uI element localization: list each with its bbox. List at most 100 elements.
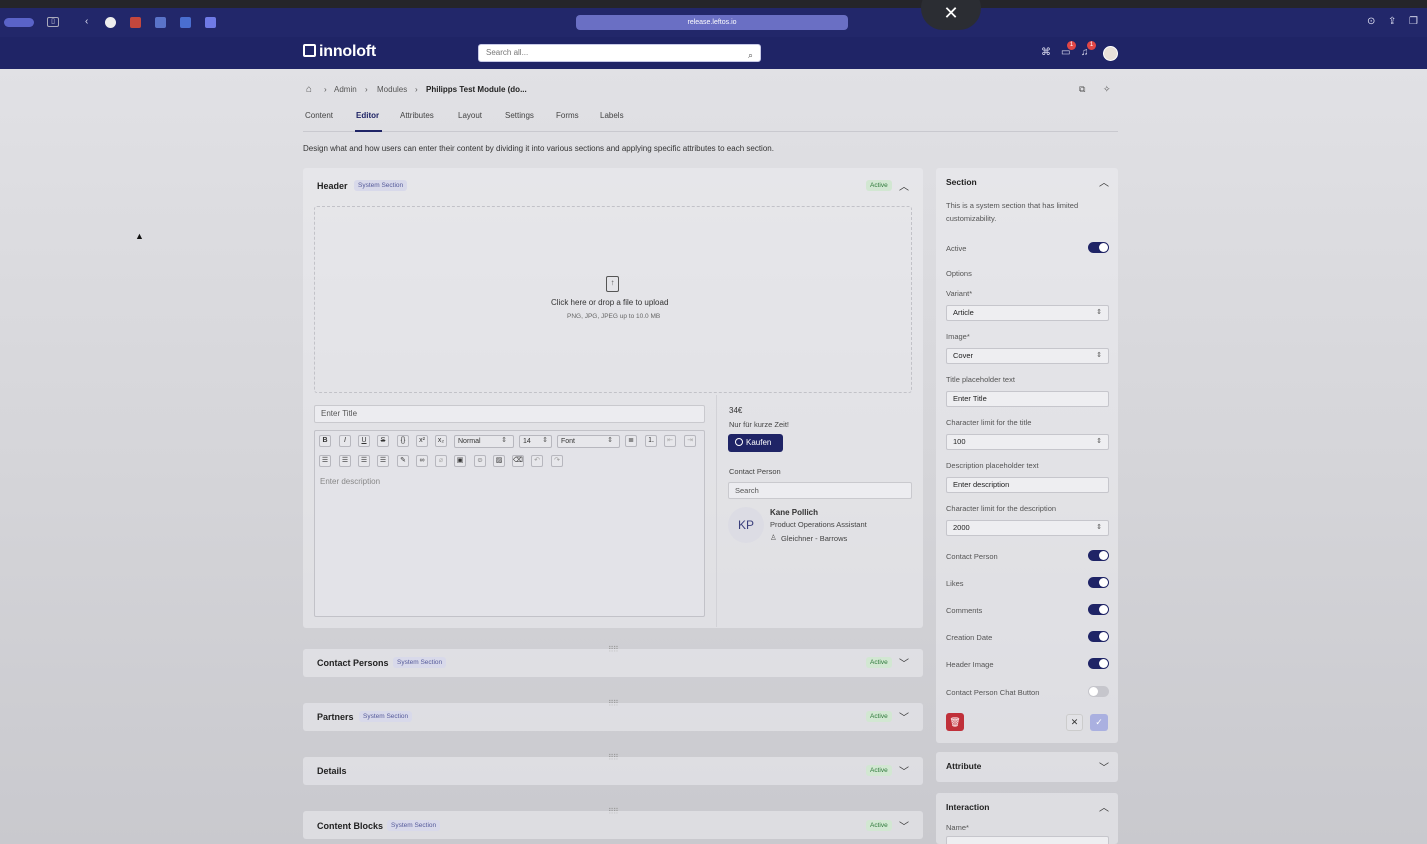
sidebar-toggle-icon[interactable]: ▯ [47,17,59,27]
apps-icon[interactable]: ⌘ [1041,47,1051,58]
align-left-button[interactable]: ☰ [319,455,331,467]
cancel-button[interactable]: ✕ [1066,714,1083,731]
chevron-down-icon[interactable]: ﹀ [1099,759,1109,774]
tab-layout[interactable]: Layout [458,111,482,120]
panel-note: This is a system section that has limite… [946,201,1079,223]
subscript-button[interactable]: x₂ [435,435,447,447]
title-input[interactable]: Enter Title [314,405,705,423]
section-settings-panel [936,168,1118,743]
chevron-up-icon[interactable]: ︿ [1099,174,1109,189]
name-input[interactable] [946,836,1109,844]
active-toggle[interactable] [1088,242,1109,253]
font-family-select[interactable]: Font ⇕ [557,435,620,448]
breadcrumb-modules[interactable]: Modules [377,85,407,94]
likes-toggle[interactable] [1088,577,1109,588]
notification-badge: 1 [1087,41,1096,50]
embed-icon[interactable]: ▣ [454,455,466,467]
user-avatar[interactable] [1103,46,1118,61]
bold-button[interactable]: B [319,435,331,447]
tab-forms[interactable]: Forms [556,111,579,120]
logo-mark-icon [303,44,316,57]
chevron-up-icon[interactable]: ︿ [899,178,909,193]
section-card-details[interactable] [303,757,923,785]
strikethrough-button[interactable]: S [377,435,389,447]
pin-icon[interactable]: ✧ [1103,84,1111,95]
italic-button[interactable]: I [339,435,351,447]
github-icon[interactable] [105,17,116,28]
code-button[interactable]: {} [397,435,409,447]
tab-editor[interactable]: Editor [356,111,379,120]
unlink-icon[interactable]: ⌀ [435,455,447,467]
description-placeholder-input[interactable]: Enter description [946,477,1109,493]
bullet-list-button[interactable]: ≣ [625,435,637,447]
app-c-icon[interactable] [205,17,216,28]
chevron-down-icon[interactable]: ﹀ [899,818,909,833]
select-arrow-icon: ⇕ [542,437,548,444]
color-picker-icon[interactable]: ✎ [397,455,409,467]
chevron-down-icon[interactable]: ﹀ [899,709,909,724]
contact-person-toggle[interactable] [1088,550,1109,561]
tab-content[interactable]: Content [305,111,333,120]
creation-date-toggle[interactable] [1088,631,1109,642]
clear-format-icon[interactable]: ⌫ [512,455,524,467]
home-icon[interactable]: ⌂ [306,84,312,95]
global-search-input[interactable]: Search all... ⌕ [478,44,761,62]
tab-settings[interactable]: Settings [505,111,534,120]
breadcrumb-admin[interactable]: Admin [334,85,357,94]
chevron-down-icon[interactable]: ﹀ [899,763,909,778]
outdent-button[interactable]: ⇤ [664,435,676,447]
section-title: Header [317,181,348,191]
innoloft-logo[interactable]: innoloft [303,43,376,61]
superscript-button[interactable]: x² [416,435,428,447]
header-image-toggle[interactable] [1088,658,1109,669]
app-b-icon[interactable] [180,17,191,28]
buy-button[interactable]: Kaufen [728,434,783,452]
file-upload-icon: ↑ [606,276,619,292]
app-a-icon[interactable] [155,17,166,28]
delete-button[interactable]: 🗑 [946,713,964,731]
gmail-icon[interactable] [130,17,141,28]
align-justify-button[interactable]: ☰ [377,455,389,467]
paragraph-style-select[interactable]: Normal ⇕ [454,435,514,448]
underline-button[interactable]: U [358,435,370,447]
tab-attributes[interactable]: Attributes [400,111,434,120]
share-icon[interactable]: ⇪ [1388,16,1396,27]
download-icon[interactable]: ⊙ [1367,16,1375,27]
font-size-value: 14 [523,438,531,445]
profile-pill[interactable] [4,18,34,27]
open-external-icon[interactable]: ⧉ [1079,84,1085,95]
numbered-list-button[interactable]: ⒈ [645,435,657,447]
title-placeholder-input[interactable]: Enter Title [946,391,1109,407]
mouse-cursor: ▲ [135,231,144,241]
indent-button[interactable]: ⇥ [684,435,696,447]
image-icon[interactable]: ▨ [493,455,505,467]
address-bar[interactable]: release.leftos.io [576,15,848,30]
chevron-up-icon[interactable]: ︿ [1099,799,1109,814]
image-select[interactable]: Cover ⇕ [946,348,1109,364]
toggle-knob [1099,578,1108,587]
image-label: Image* [946,332,970,341]
variant-select[interactable]: Article ⇕ [946,305,1109,321]
chevron-down-icon[interactable]: ﹀ [899,655,909,670]
tab-labels[interactable]: Labels [600,111,624,120]
link-icon[interactable]: ∞ [416,455,428,467]
toggle-label: Creation Date [946,633,993,642]
redo-icon[interactable]: ↷ [551,455,563,467]
align-center-button[interactable]: ☰ [339,455,351,467]
description-limit-stepper[interactable]: 2000 ⇕ [946,520,1109,536]
contact-search-input[interactable]: Search [728,482,912,499]
confirm-button[interactable]: ✓ [1090,714,1108,731]
tabs-icon[interactable]: ❐ [1409,16,1418,27]
align-right-button[interactable]: ☰ [358,455,370,467]
active-badge: Active [866,820,892,831]
title-limit-stepper[interactable]: 100 ⇕ [946,434,1109,450]
description-limit-value: 2000 [953,523,970,532]
close-overlay-icon[interactable]: ✕ [921,0,981,30]
emoji-icon[interactable]: ☺ [474,455,486,467]
back-arrow-icon[interactable]: ‹ [85,16,88,27]
comments-toggle[interactable] [1088,604,1109,615]
chat-button-toggle[interactable] [1088,686,1109,697]
undo-icon[interactable]: ↶ [531,455,543,467]
font-size-select[interactable]: 14 ⇕ [519,435,552,448]
description-textarea[interactable]: Enter description [320,477,380,486]
